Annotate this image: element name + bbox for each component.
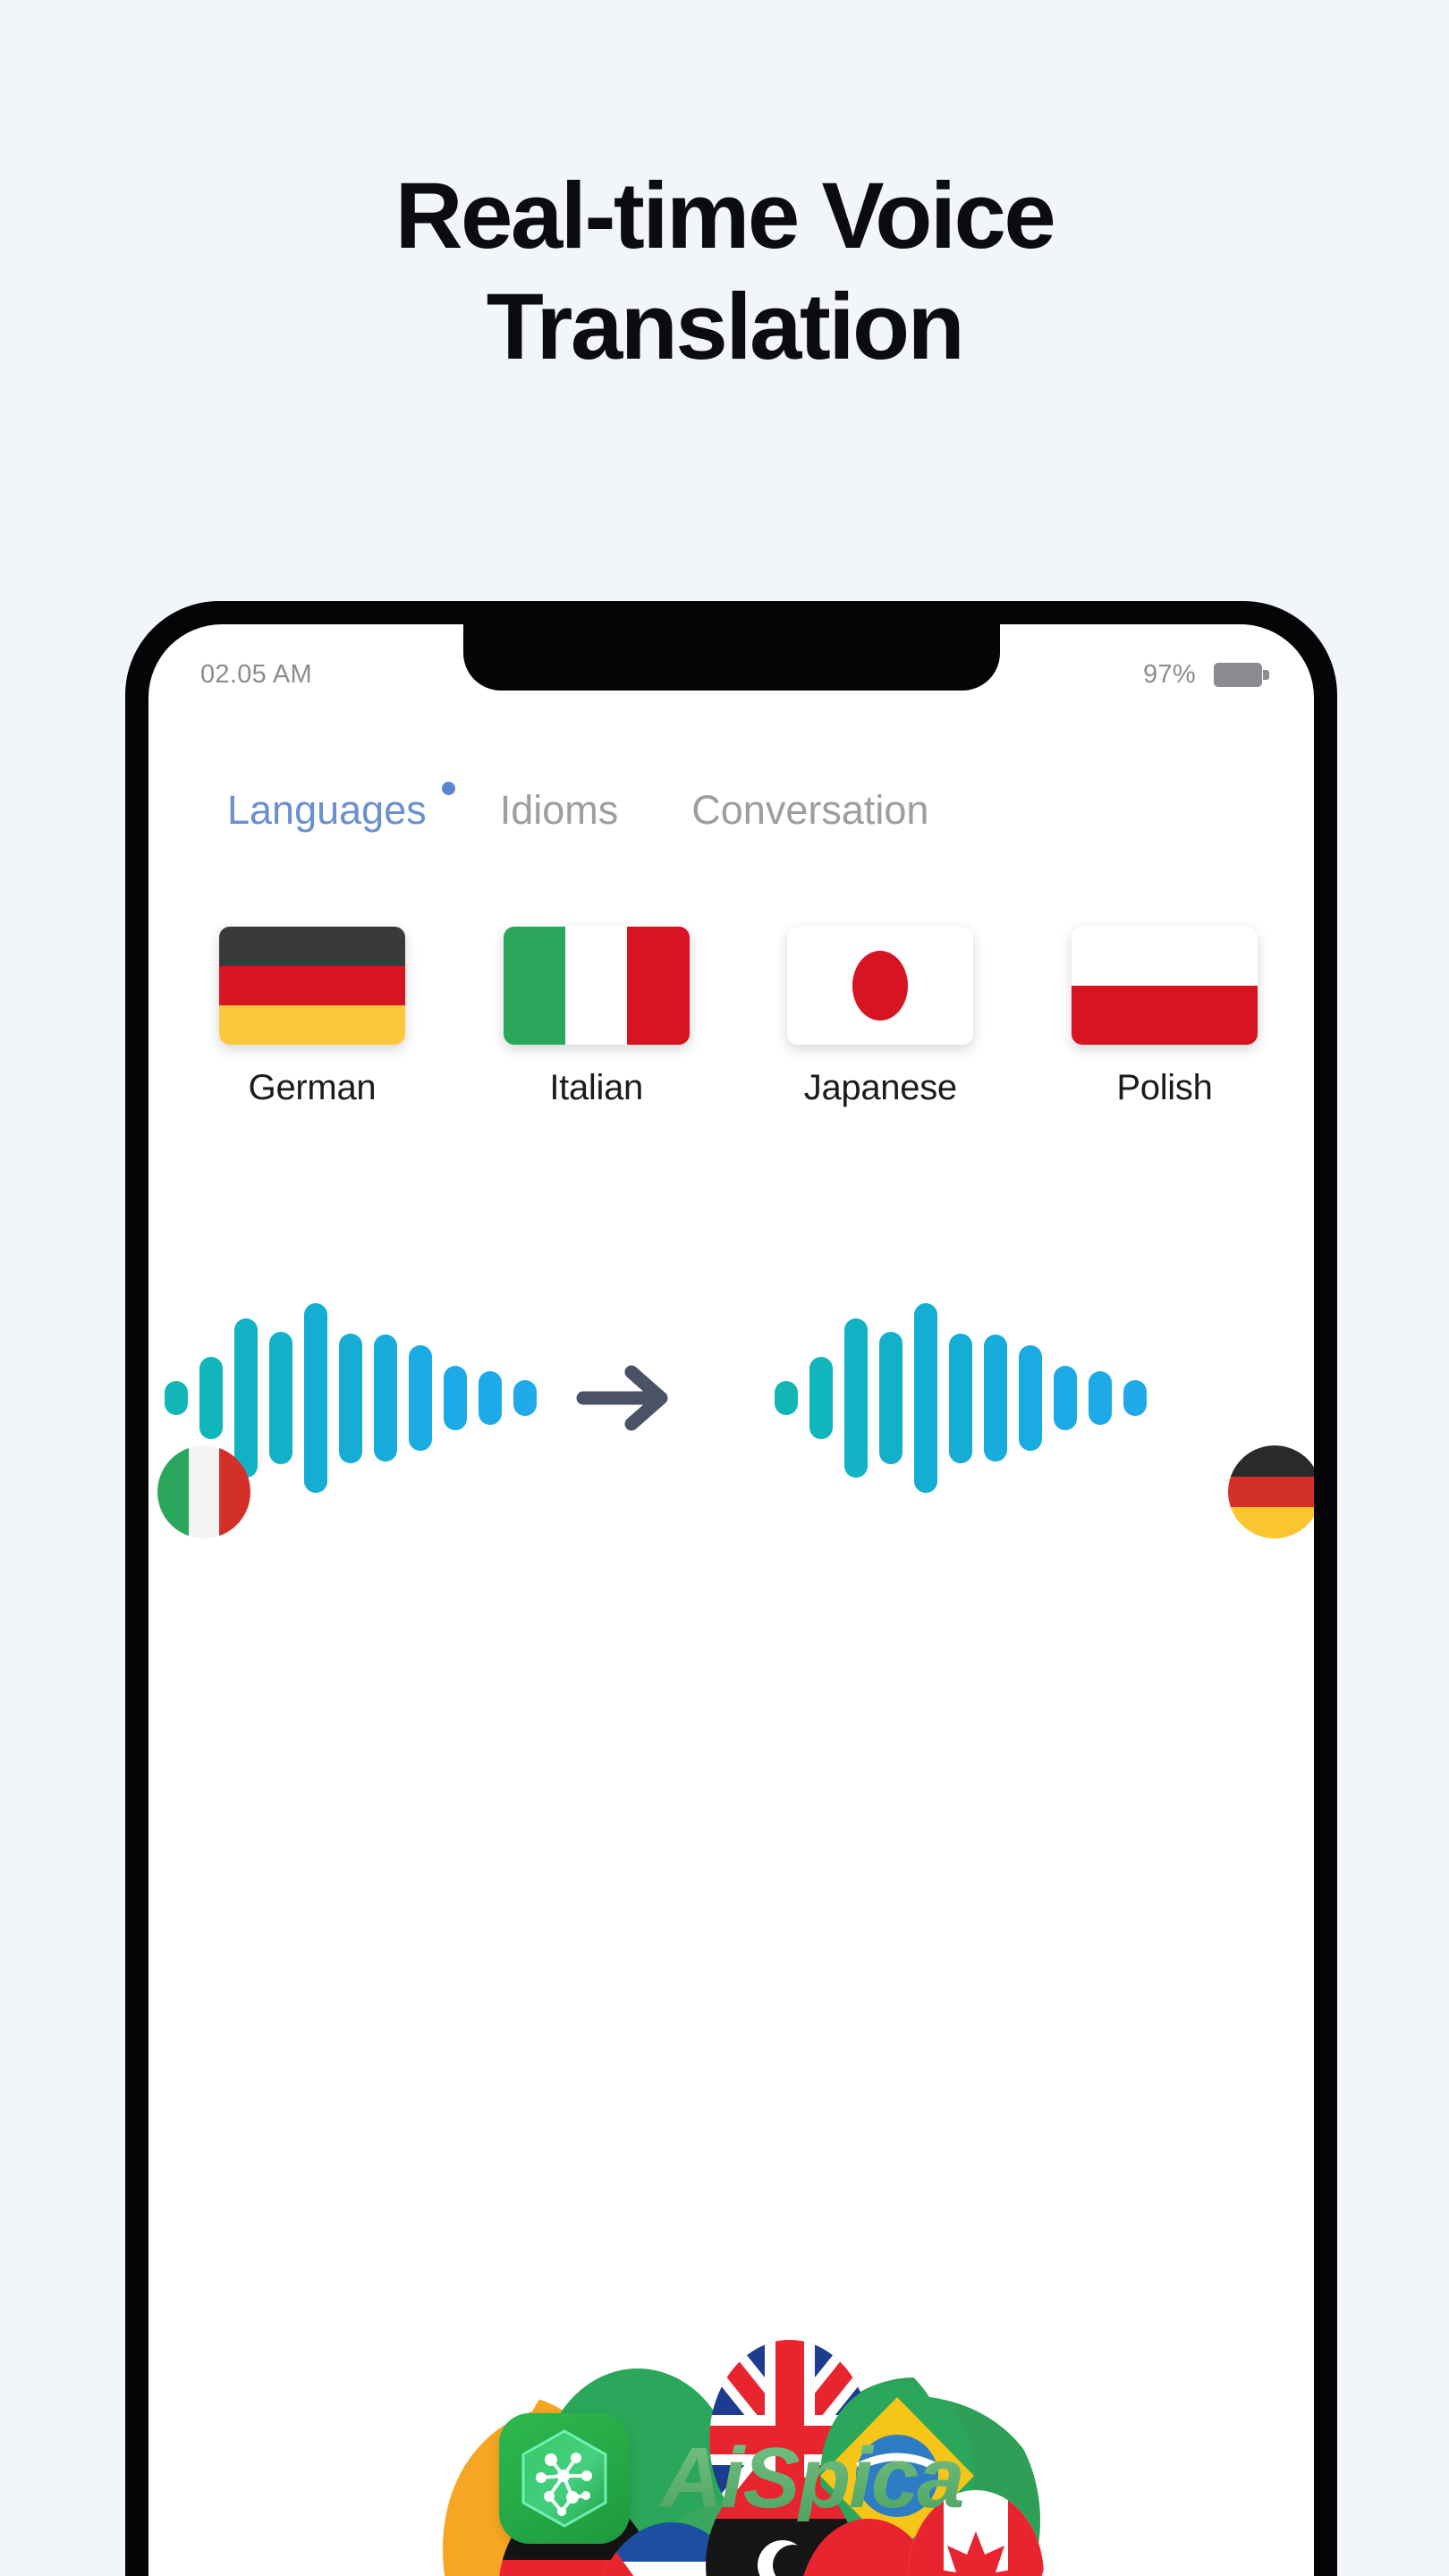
language-item-japanese[interactable]: Japanese bbox=[777, 927, 983, 1108]
aispica-logo-svg bbox=[521, 2429, 607, 2528]
source-wave-bar bbox=[339, 1333, 362, 1463]
language-label-japanese: Japanese bbox=[803, 1068, 957, 1107]
flag-it-icon bbox=[503, 927, 690, 1045]
target-wave-bar bbox=[1054, 1366, 1077, 1430]
language-label-italian: Italian bbox=[549, 1068, 643, 1107]
language-item-german[interactable]: German bbox=[209, 927, 415, 1108]
flag-pl-icon bbox=[1071, 927, 1258, 1045]
target-wave-bar bbox=[949, 1333, 972, 1463]
language-label-polish: Polish bbox=[1116, 1068, 1213, 1107]
target-wave-bar bbox=[775, 1381, 798, 1415]
translation-visual bbox=[148, 1250, 1314, 1546]
phone-mockup: 02.05 AM 97% Languages Idioms Conversati… bbox=[125, 601, 1337, 2576]
flag-jp-icon bbox=[787, 927, 974, 1045]
target-wave-bar bbox=[914, 1303, 937, 1493]
phone-screen: 02.05 AM 97% Languages Idioms Conversati… bbox=[148, 624, 1314, 2576]
tab-conversation[interactable]: Conversation bbox=[691, 787, 928, 834]
target-wave-bar bbox=[809, 1357, 833, 1439]
page-title: Real-time Voice Translation bbox=[0, 161, 1449, 383]
source-wave-bar bbox=[234, 1318, 258, 1478]
target-wave-bar bbox=[1089, 1371, 1112, 1425]
translation-arrow bbox=[576, 1250, 673, 1546]
aispica-logo-icon bbox=[499, 2413, 631, 2544]
target-waveform bbox=[775, 1250, 1147, 1546]
page-title-line-1: Real-time Voice bbox=[394, 164, 1056, 268]
source-wave-bar bbox=[513, 1380, 537, 1416]
flag-de-icon bbox=[219, 927, 405, 1045]
flag-de-circle-icon bbox=[1228, 1445, 1314, 1538]
language-label-german: German bbox=[248, 1068, 377, 1107]
tab-conversation-label: Conversation bbox=[691, 787, 929, 833]
source-wave-bar bbox=[409, 1345, 432, 1451]
source-wave-bar bbox=[165, 1381, 188, 1415]
source-wave-bar bbox=[444, 1366, 467, 1430]
language-list: German Italian Japanese Polish bbox=[148, 927, 1314, 1108]
brand-footer: AiSpica bbox=[148, 2413, 1314, 2544]
page-title-line-2: Translation bbox=[486, 274, 965, 379]
target-wave-bar bbox=[1019, 1345, 1042, 1451]
status-bar: 02.05 AM 97% bbox=[148, 624, 1314, 724]
tab-bar: Languages Idioms Conversation bbox=[148, 782, 1314, 834]
language-item-polish[interactable]: Polish bbox=[1062, 927, 1267, 1108]
battery-icon bbox=[1214, 662, 1269, 687]
status-bar-time: 02.05 AM bbox=[200, 659, 312, 689]
source-wave-bar bbox=[374, 1335, 397, 1462]
flag-it-circle-icon bbox=[157, 1445, 250, 1538]
status-bar-right: 97% bbox=[1143, 659, 1269, 690]
tab-languages[interactable]: Languages bbox=[227, 782, 455, 834]
source-wave-bar bbox=[304, 1303, 327, 1493]
tab-idioms-label: Idioms bbox=[499, 787, 619, 833]
source-wave-bar bbox=[199, 1357, 223, 1439]
language-item-italian[interactable]: Italian bbox=[494, 927, 699, 1108]
arrow-right-icon bbox=[576, 1365, 668, 1431]
tab-badge-dot-icon bbox=[441, 782, 455, 795]
target-wave-bar bbox=[984, 1335, 1007, 1462]
target-wave-bar bbox=[844, 1318, 868, 1478]
target-wave-bar bbox=[879, 1332, 902, 1464]
tab-idioms[interactable]: Idioms bbox=[500, 787, 619, 834]
battery-percent-label: 97% bbox=[1143, 659, 1196, 689]
brand-name: AiSpica bbox=[660, 2430, 964, 2526]
tab-languages-label: Languages bbox=[227, 787, 427, 833]
source-wave-bar bbox=[479, 1371, 502, 1425]
source-wave-bar bbox=[269, 1332, 292, 1464]
target-wave-bar bbox=[1123, 1380, 1147, 1416]
